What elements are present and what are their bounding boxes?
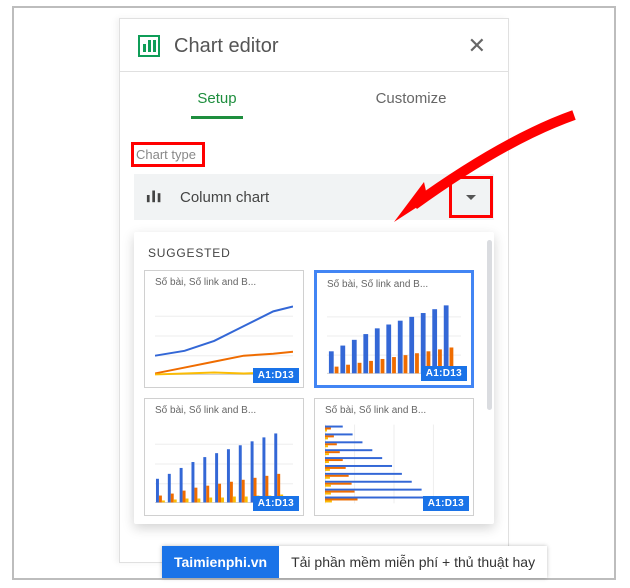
thumb-title: Số bài, Số link and B... [325, 405, 465, 416]
triangle-down-icon [466, 195, 476, 200]
column-chart-icon [146, 186, 166, 208]
panel-header: Chart editor ✕ [120, 19, 508, 71]
suggested-grid: Số bài, Số link and B... A1:D13 [144, 270, 484, 516]
thumb-body [155, 421, 293, 507]
panel-title: Chart editor [174, 35, 464, 58]
close-icon[interactable]: ✕ [464, 33, 490, 59]
range-badge: A1:D13 [253, 496, 299, 511]
watermark-brand: Taimienphi.vn [162, 546, 279, 578]
watermark: Taimienphi.vn Tải phần mềm miễn phí + th… [162, 546, 547, 578]
thumb-body [155, 293, 293, 379]
tab-customize[interactable]: Customize [314, 90, 508, 119]
thumb-title: Số bài, Số link and B... [155, 277, 295, 288]
thumb-body [325, 421, 463, 507]
chart-type-value: Column chart [180, 189, 269, 206]
chart-type-label: Chart type [134, 145, 202, 164]
line-chart-icon [155, 293, 293, 379]
chart-logo-icon [138, 35, 160, 57]
outer-frame: Chart editor ✕ Setup Customize Chart typ… [12, 6, 616, 580]
column-chart-icon [327, 295, 461, 377]
thumb-body [327, 295, 461, 377]
chart-type-dropdown: SUGGESTED Số bài, Số link and B... [134, 232, 494, 524]
suggested-label: SUGGESTED [148, 246, 484, 260]
grouped-column-chart-icon [155, 421, 293, 507]
range-badge: A1:D13 [421, 366, 467, 381]
chart-logo-bar [153, 47, 156, 52]
chart-editor-panel: Chart editor ✕ Setup Customize Chart typ… [119, 18, 509, 563]
suggested-thumb-line[interactable]: Số bài, Số link and B... A1:D13 [144, 270, 304, 388]
range-badge: A1:D13 [253, 368, 299, 383]
thumb-title: Số bài, Số link and B... [155, 405, 295, 416]
thumb-title: Số bài, Số link and B... [327, 279, 467, 290]
range-badge: A1:D13 [423, 496, 469, 511]
suggested-thumb-bar[interactable]: Số bài, Số link and B... [314, 398, 474, 516]
chart-type-selector[interactable]: Column chart [134, 174, 494, 220]
tabs: Setup Customize [120, 90, 508, 119]
bar-chart-icon [325, 421, 463, 507]
chevron-down-icon[interactable] [452, 179, 490, 215]
divider [120, 71, 508, 72]
suggested-thumb-column-single[interactable]: Số bài, Số link and B... [314, 270, 474, 388]
tab-setup[interactable]: Setup [120, 90, 314, 119]
watermark-tagline: Tải phần mềm miễn phí + thủ thuật hay [279, 546, 547, 578]
suggested-thumb-column-grouped[interactable]: Số bài, Số link and B... [144, 398, 304, 516]
